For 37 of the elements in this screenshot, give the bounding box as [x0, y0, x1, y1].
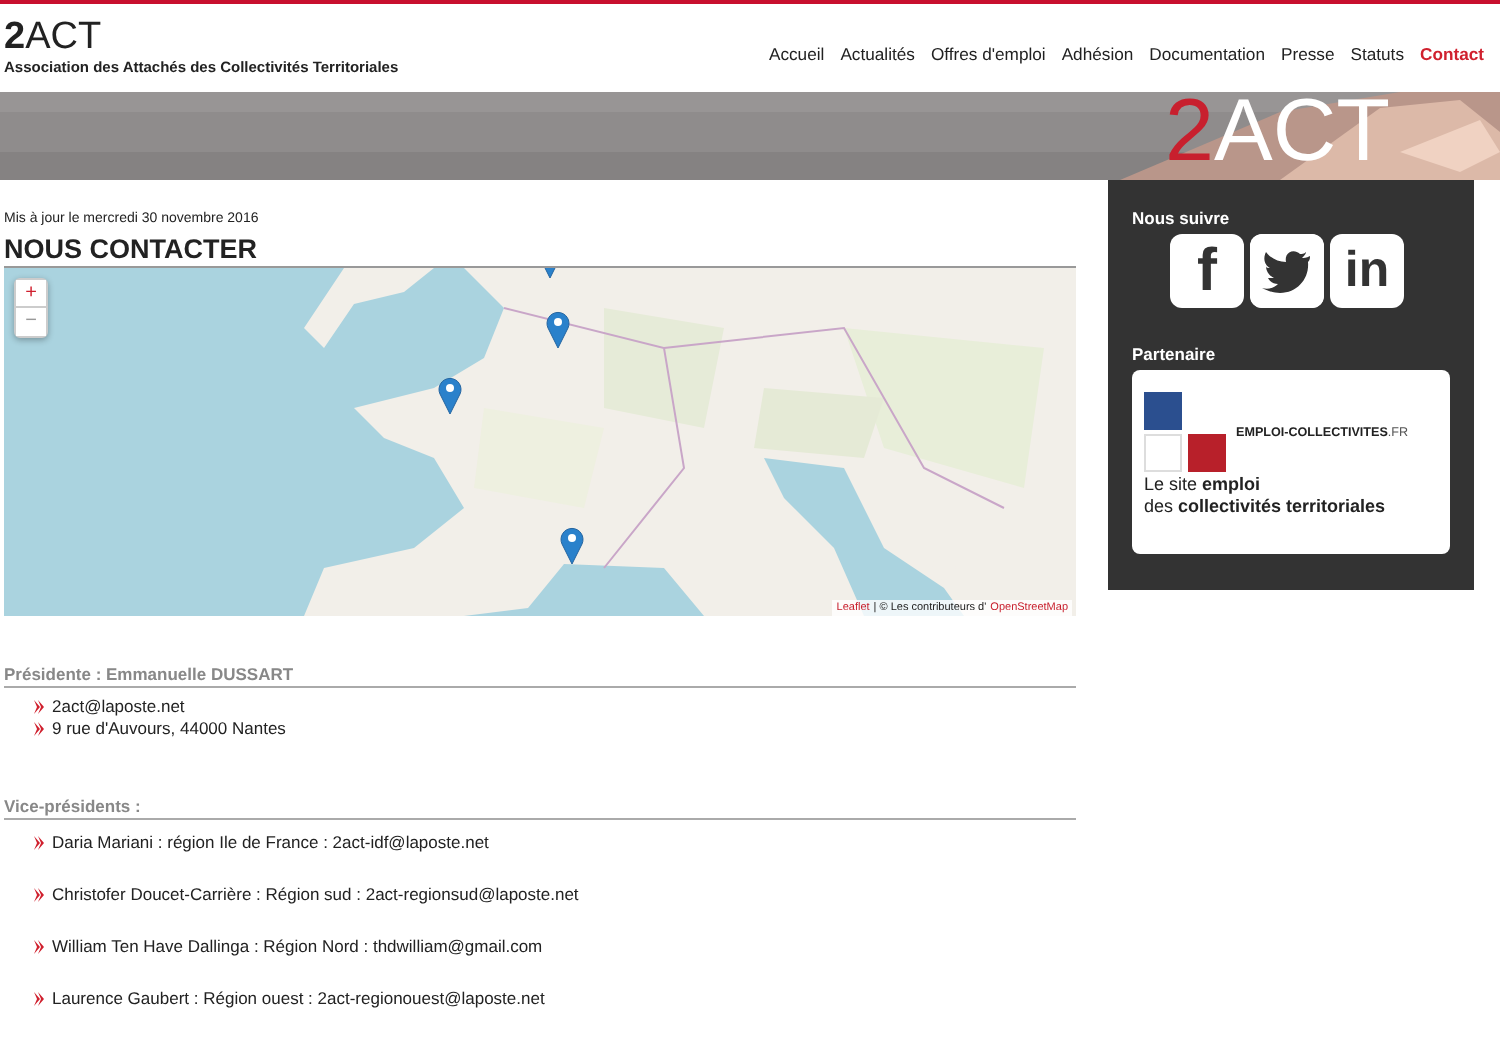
nav-link[interactable]: Presse: [1280, 44, 1335, 64]
facebook-icon[interactable]: f: [1170, 234, 1244, 308]
section-heading: Vice-présidents :: [4, 796, 1076, 820]
chevron-icon: [34, 836, 44, 850]
chevron-icon: [34, 992, 44, 1006]
bird-icon[interactable]: [1250, 234, 1324, 308]
chevron-icon: [34, 940, 44, 954]
nav-link[interactable]: Adhésion: [1061, 44, 1134, 64]
follow-title: Nous suivre: [1132, 208, 1232, 228]
chevron-icon: [34, 722, 44, 736]
chevron-icon: [34, 888, 44, 902]
contact-line: 9 rue d'Auvours, 44000 Nantes: [52, 718, 286, 740]
contact-line: William Ten Have Dallinga : Région Nord : thdwilliam@gmail.com: [52, 936, 543, 958]
chevron-icon: [34, 700, 44, 714]
page-title: NOUS CONTACTER: [4, 234, 259, 264]
nav-link[interactable]: Documentation: [1149, 44, 1265, 64]
contact-line: Daria Mariani : région Ile de France : 2act-idf@laposte.net: [52, 832, 489, 854]
site-logo[interactable]: 2ACT: [4, 18, 399, 58]
partner-title: Partenaire: [1132, 344, 1218, 364]
contact-line: Laurence Gaubert : Région ouest : 2act-regionouest@laposte.net: [52, 988, 545, 1010]
linkedin-icon[interactable]: in: [1330, 234, 1404, 308]
nav-link[interactable]: Statuts: [1350, 44, 1404, 64]
squares-icon: [1144, 392, 1230, 474]
marker-icon[interactable]: [560, 525, 585, 564]
nav-link[interactable]: Actualités: [840, 44, 915, 64]
marker-icon[interactable]: [545, 309, 570, 348]
partner-slogan: Le site emploi: [1144, 474, 1263, 496]
nav-link[interactable]: Accueil: [768, 44, 825, 64]
contact-line: Christofer Doucet-Carrière : Région sud : 2act-regionsud@laposte.net: [52, 884, 579, 906]
marker-icon[interactable]: [437, 375, 462, 414]
partner-slogan: des collectivités territoriales: [1144, 496, 1388, 518]
contact-line: 2act@laposte.net: [52, 696, 185, 718]
nav-link[interactable]: Contact: [1420, 44, 1484, 64]
zoom-in-button[interactable]: +: [16, 280, 46, 308]
nav-link[interactable]: Offres d'emploi: [930, 44, 1046, 64]
section-heading: Présidente : Emmanuelle DUSSART: [4, 664, 1076, 688]
banner-logo: 2ACT: [1165, 92, 1390, 180]
